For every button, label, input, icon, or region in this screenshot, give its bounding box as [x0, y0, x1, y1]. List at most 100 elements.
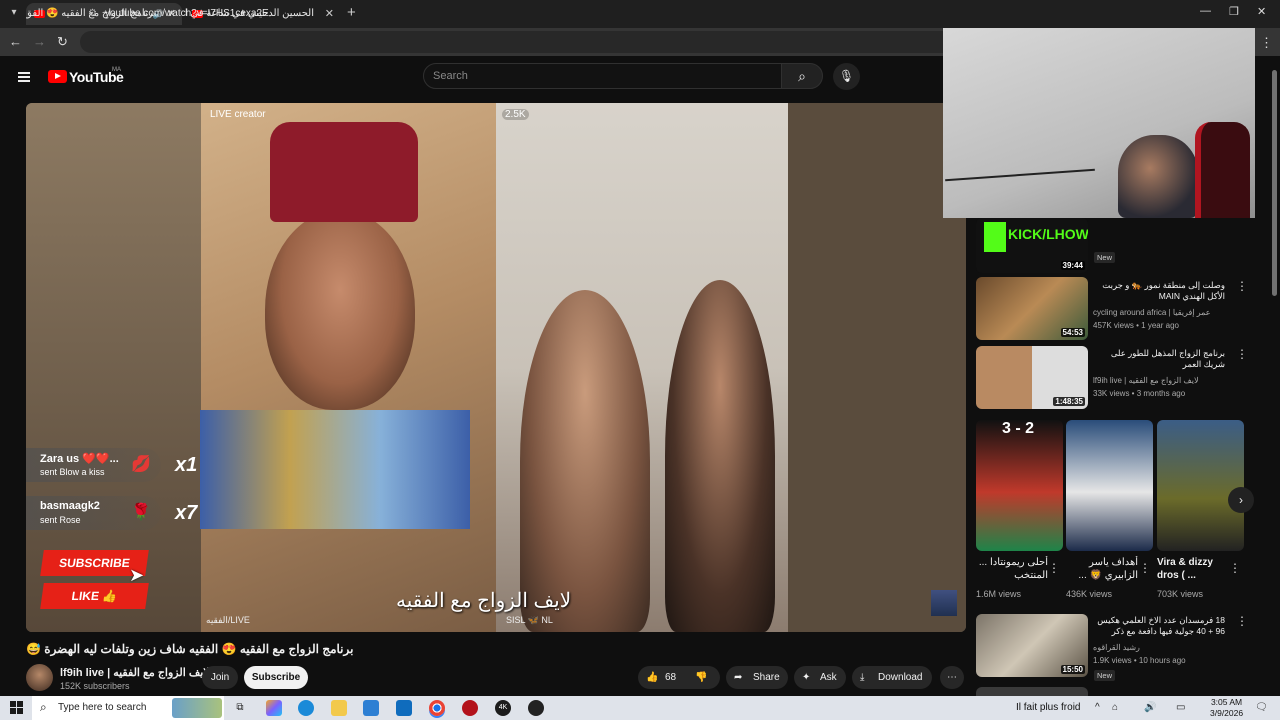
restore-icon[interactable]: ❐ — [1229, 5, 1239, 18]
search-icon[interactable]: ⌕ — [781, 63, 823, 89]
scrollbar-thumb[interactable] — [1272, 70, 1277, 296]
gaming-chair — [1195, 122, 1250, 218]
short-views: 703K views — [1157, 589, 1204, 599]
gift-notification: Zara us ❤️❤️... sent Blow a kiss 💋 — [26, 448, 161, 482]
gift-multiplier: x1 — [175, 454, 198, 476]
more-options-icon[interactable]: ⋮ — [1236, 279, 1248, 293]
gift-sender: Zara us ❤️❤️... — [40, 453, 119, 465]
close-tab-icon[interactable]: ✕ — [325, 3, 334, 25]
recommended-thumbnail-partial[interactable] — [976, 687, 1088, 696]
recommended-title[interactable]: برنامج الزواج المذهل للطور على شريك العم… — [1093, 348, 1225, 370]
video-player[interactable]: LIVE creator 2.5K Zara us ❤️❤️... sent B… — [26, 103, 966, 632]
gift-notification: basmaagk2 sent Rose 🌹 — [26, 496, 161, 530]
file-explorer-icon[interactable] — [331, 700, 347, 716]
app-red-icon[interactable] — [462, 700, 478, 716]
edge-icon[interactable] — [298, 700, 314, 716]
more-options-icon[interactable]: ⋮ — [1048, 561, 1060, 575]
outlook-icon[interactable] — [396, 700, 412, 716]
short-thumbnail[interactable]: 3 - 2 — [976, 420, 1063, 551]
ask-button[interactable]: ✦ Ask — [794, 666, 846, 689]
copilot-icon[interactable] — [266, 700, 282, 716]
join-button[interactable]: Join — [202, 666, 238, 689]
taskbar-clock[interactable]: 3:05 AM 3/9/2026 — [1210, 697, 1243, 719]
search-input[interactable] — [423, 63, 782, 89]
task-view-icon[interactable]: ⧉ — [232, 700, 248, 716]
back-icon[interactable]: ← — [9, 34, 22, 49]
more-options-icon[interactable]: ⋮ — [1236, 347, 1248, 361]
network-icon[interactable]: ⌂ — [1112, 702, 1118, 713]
weather-text[interactable]: Il fait plus froid — [1016, 702, 1080, 713]
minimize-icon[interactable]: — — [1200, 5, 1211, 17]
webcam-overlay — [943, 28, 1255, 218]
battery-icon[interactable]: ▭ — [1176, 702, 1185, 713]
short-title[interactable]: أحلى ريمونتادا ... المنتخب — [976, 556, 1048, 584]
video-duration: 15:50 — [1060, 665, 1085, 674]
url-text[interactable]: youtube.com/watch?v=I7HS1cexa2E — [105, 8, 269, 19]
new-badge: New — [1094, 252, 1116, 263]
short-title[interactable]: أهداف ياسر الزابيري 🦁 ... — [1066, 556, 1138, 584]
short-views: 1.6M views — [976, 589, 1022, 599]
short-title[interactable]: Vira & dizzy dros ( ... — [1157, 556, 1229, 584]
recommended-thumbnail[interactable]: 15:50 — [976, 614, 1088, 677]
recommended-channel[interactable]: رشيد القراقوه — [1093, 643, 1140, 652]
site-info-icon[interactable]: ⚙ — [88, 8, 97, 19]
man-face — [265, 210, 415, 410]
more-options-icon[interactable]: ⋮ — [1236, 614, 1248, 628]
recommended-thumbnail[interactable]: 1:48:35 — [976, 346, 1088, 409]
channel-name[interactable]: lf9ih live | لايف الزواج مع الفقيه — [60, 666, 210, 679]
channel-watermark-icon[interactable] — [931, 590, 957, 616]
taskbar-search-input[interactable]: ⌕ Type here to search — [32, 696, 224, 720]
forward-icon[interactable]: → — [33, 34, 46, 49]
download-button[interactable]: ⤓ Download — [852, 666, 932, 689]
youtube-logo-icon[interactable] — [48, 70, 67, 83]
more-actions-button[interactable]: ⋯ — [940, 666, 964, 689]
menu-icon[interactable] — [18, 72, 30, 82]
like-dislike-group: 👍 68 👎 — [638, 666, 720, 689]
tray-chevron-icon[interactable]: ^ — [1095, 702, 1100, 713]
recommended-title[interactable]: 18 فرمسدان عدد الاخ العلمي هكيس 96 + 40 … — [1093, 615, 1225, 637]
channel-avatar[interactable] — [26, 664, 53, 691]
short-thumbnail[interactable] — [1066, 420, 1153, 551]
gift-action: sent Blow a kiss — [40, 467, 105, 477]
new-tab-icon[interactable]: + — [347, 4, 356, 21]
windows-start-icon[interactable] — [10, 701, 23, 714]
more-options-icon[interactable]: ⋮ — [1229, 561, 1241, 575]
shorts-next-icon[interactable]: › — [1228, 487, 1254, 513]
recommended-channel[interactable]: lf9ih live | لايف الزواج مع الفقيه — [1093, 376, 1199, 385]
windows-taskbar: ⌕ Type here to search ⧉ 4K Il fait plus … — [0, 696, 1280, 720]
notification-icon[interactable]: 🗨 — [1255, 702, 1268, 713]
tab-search-icon[interactable]: ▾ — [6, 5, 22, 21]
viewer-count: 2.5K — [502, 109, 529, 120]
close-window-icon[interactable]: ✕ — [1257, 5, 1266, 18]
recommended-thumbnail[interactable]: 54:53 — [976, 277, 1088, 340]
video-title: برنامج الزواج مع الفقيه 😍 الفقيه شاف زين… — [26, 642, 354, 656]
app-4k-icon[interactable]: 4K — [495, 700, 511, 716]
recommended-title[interactable]: وصلت إلى منطقة نمور 🐅 و جربت الأكل الهند… — [1093, 280, 1225, 302]
more-options-icon[interactable]: ⋮ — [1139, 561, 1151, 575]
chrome-icon[interactable] — [429, 700, 445, 716]
country-code: MA — [112, 67, 121, 73]
short-thumbnail[interactable] — [1157, 420, 1244, 551]
woman-right — [665, 280, 775, 632]
store-icon[interactable] — [363, 700, 379, 716]
red-fez — [270, 122, 418, 222]
live-creator-label: LIVE creator — [210, 109, 266, 120]
browser-menu-icon[interactable]: ⋮ — [1260, 35, 1273, 51]
recommended-thumbnail[interactable]: KICK/LHOWARII 39:44 — [976, 218, 1088, 273]
subscribe-button[interactable]: Subscribe — [244, 666, 308, 689]
recommended-channel[interactable]: cycling around africa | عمر إفريقيا — [1093, 308, 1211, 317]
app-dark-icon[interactable] — [528, 700, 544, 716]
share-button[interactable]: ➦ Share — [726, 666, 788, 689]
sparkle-icon: ✦ — [802, 672, 811, 683]
gift-action: sent Rose — [40, 515, 81, 525]
like-icon[interactable]: 👍 — [646, 666, 658, 689]
search-icon: ⌕ — [40, 700, 47, 714]
watermark-right: SISL 🦋 NL — [506, 615, 553, 625]
like-count[interactable]: 68 — [665, 666, 676, 689]
share-icon: ➦ — [734, 672, 743, 683]
reload-icon[interactable]: ↻ — [57, 34, 68, 50]
microphone-icon[interactable]: 🎙 — [833, 63, 860, 90]
taskbar-search-placeholder: Type here to search — [58, 702, 147, 713]
dislike-icon[interactable]: 👎 — [695, 666, 707, 689]
volume-icon[interactable]: 🔊 — [1144, 702, 1156, 713]
